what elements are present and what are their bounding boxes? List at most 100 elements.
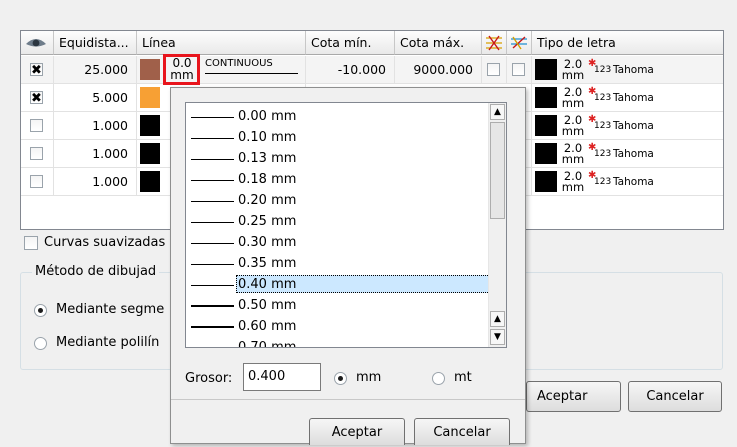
font-color-swatch[interactable] <box>535 87 557 108</box>
line-width-option[interactable]: 0.40 mm <box>186 274 492 295</box>
line-width-option[interactable]: 0.00 mm <box>186 106 491 127</box>
font-cell[interactable]: 2.0 mm ✱ 123 Tahoma <box>532 140 723 167</box>
drawing-method-label: Método de dibujad <box>32 264 160 279</box>
unit-mt-label: mt <box>454 370 472 385</box>
font-size-unit: mm <box>561 152 585 166</box>
label-cell <box>482 56 507 83</box>
line-color-swatch[interactable] <box>140 87 160 108</box>
font-color-swatch[interactable] <box>535 59 557 80</box>
line-type-label[interactable]: CONTINUOUS <box>205 58 273 69</box>
line-width-option[interactable]: 0.10 mm <box>186 127 491 148</box>
unit-mm-radio[interactable] <box>334 372 347 385</box>
equidistance-value[interactable]: 1.000 <box>54 140 137 167</box>
line-width-option[interactable]: 0.18 mm <box>186 169 491 190</box>
font-badge: 123 <box>594 149 612 159</box>
unit-mm-label: mm <box>356 370 382 385</box>
label-alt-cell <box>507 56 532 83</box>
equidistance-value[interactable]: 25.000 <box>54 56 137 83</box>
cota-min-value[interactable]: -10.000 <box>306 56 395 83</box>
font-cell[interactable]: 2.0 mm ✱ 123 Tahoma <box>532 56 723 83</box>
list-scrollbar[interactable]: ▲ ▲ ▼ <box>488 103 506 347</box>
line-width-option[interactable]: 0.70 mm <box>186 337 491 347</box>
line-width-option[interactable]: 0.60 mm <box>186 316 491 337</box>
line-width-option-label: 0.25 mm <box>238 214 297 229</box>
line-width-option-label: 0.13 mm <box>238 151 297 166</box>
scroll-thumb[interactable] <box>490 122 505 219</box>
font-badge: 123 <box>594 121 612 131</box>
line-width-option[interactable]: 0.13 mm <box>186 148 491 169</box>
line-color-swatch[interactable] <box>140 115 160 136</box>
font-badge: 123 <box>594 93 612 103</box>
font-badge: 123 <box>594 177 612 187</box>
line-width-option[interactable]: 0.35 mm <box>186 253 491 274</box>
header-cota-max[interactable]: Cota máx. <box>395 31 482 55</box>
header-visibility[interactable] <box>21 31 54 55</box>
label-checkbox[interactable] <box>487 63 500 76</box>
line-width-preview <box>191 116 234 118</box>
visibility-cell <box>21 168 54 195</box>
line-width-preview <box>191 179 234 181</box>
header-equidistance[interactable]: Equidista... <box>54 31 137 55</box>
visible-checkbox[interactable]: ✖ <box>30 63 43 77</box>
line-color-swatch[interactable] <box>140 59 160 80</box>
font-cell[interactable]: 2.0 mm ✱ 123 Tahoma <box>532 112 723 139</box>
equidistance-value[interactable]: 1.000 <box>54 168 137 195</box>
label-alt-checkbox[interactable] <box>512 63 525 76</box>
radio-polylines-label: Mediante polilín <box>56 335 160 350</box>
line-width-preview <box>191 137 234 139</box>
line-width-option[interactable]: 0.20 mm <box>186 190 491 211</box>
font-cell[interactable]: 2.0 mm ✱ 123 Tahoma <box>532 168 723 195</box>
header-label-icon-2[interactable] <box>507 31 532 55</box>
smooth-curves-checkbox[interactable] <box>24 236 38 250</box>
font-name: Tahoma <box>613 148 654 160</box>
line-width-unit: mm <box>170 68 194 82</box>
line-cell[interactable]: 0.0 mm CONTINUOUS <box>137 54 306 85</box>
line-width-preview <box>191 158 234 160</box>
visible-checkbox[interactable]: ✖ <box>30 91 43 105</box>
font-name: Tahoma <box>613 176 654 188</box>
line-width-preview <box>191 346 234 347</box>
smooth-curves-label: Curvas suavizadas <box>44 235 166 250</box>
scroll-up-button[interactable]: ▲ <box>490 104 505 120</box>
header-line[interactable]: Línea <box>137 31 306 55</box>
font-color-swatch[interactable] <box>535 171 557 192</box>
line-width-list[interactable]: 0.00 mm 0.10 mm 0.13 mm 0.18 mm 0.20 mm 0.25 … <box>185 102 507 348</box>
visible-checkbox[interactable] <box>30 119 43 132</box>
font-color-swatch[interactable] <box>535 143 557 164</box>
visible-checkbox[interactable] <box>30 147 43 160</box>
table-row[interactable]: ✖ 25.000 0.0 mm CONTINUOUS -10.000 9000.… <box>21 54 723 85</box>
line-width-preview <box>191 284 234 286</box>
grosor-input[interactable]: 0.400 <box>243 363 321 391</box>
line-color-swatch[interactable] <box>140 171 160 192</box>
unit-mt-radio[interactable] <box>432 372 445 385</box>
scroll-up-button-lower[interactable]: ▲ <box>490 311 505 327</box>
line-width-preview <box>191 221 234 223</box>
equidistance-value[interactable]: 1.000 <box>54 112 137 139</box>
cancel-button[interactable]: Cancelar <box>628 381 722 412</box>
line-width-option-label: 0.18 mm <box>238 172 297 187</box>
radio-polylines[interactable] <box>34 337 47 350</box>
line-width-option[interactable]: 0.30 mm <box>186 232 491 253</box>
popup-accept-button[interactable]: Aceptar <box>309 418 405 445</box>
font-color-swatch[interactable] <box>535 115 557 136</box>
font-size-unit: mm <box>561 68 585 82</box>
header-cota-min[interactable]: Cota mín. <box>306 31 395 55</box>
line-width-popup: 0.00 mm 0.10 mm 0.13 mm 0.18 mm 0.20 mm 0.25 … <box>170 87 526 445</box>
line-width-option[interactable]: 0.50 mm <box>186 295 491 316</box>
popup-cancel-button[interactable]: Cancelar <box>414 418 510 445</box>
visible-checkbox[interactable] <box>30 175 43 188</box>
visibility-cell <box>21 140 54 167</box>
font-name: Tahoma <box>613 64 654 76</box>
contour-label-alt-icon <box>511 36 527 50</box>
font-cell[interactable]: 2.0 mm ✱ 123 Tahoma <box>532 84 723 111</box>
line-width-option-label: 0.20 mm <box>238 193 297 208</box>
accept-button[interactable]: Aceptar <box>526 381 621 412</box>
cota-max-value[interactable]: 9000.000 <box>395 56 482 83</box>
scroll-down-button[interactable]: ▼ <box>490 329 505 345</box>
line-color-swatch[interactable] <box>140 143 160 164</box>
line-width-option[interactable]: 0.25 mm <box>186 211 491 232</box>
header-label-icon[interactable] <box>482 31 507 55</box>
equidistance-value[interactable]: 5.000 <box>54 84 137 111</box>
header-font[interactable]: Tipo de letra <box>532 31 723 55</box>
radio-segments[interactable] <box>34 304 47 317</box>
